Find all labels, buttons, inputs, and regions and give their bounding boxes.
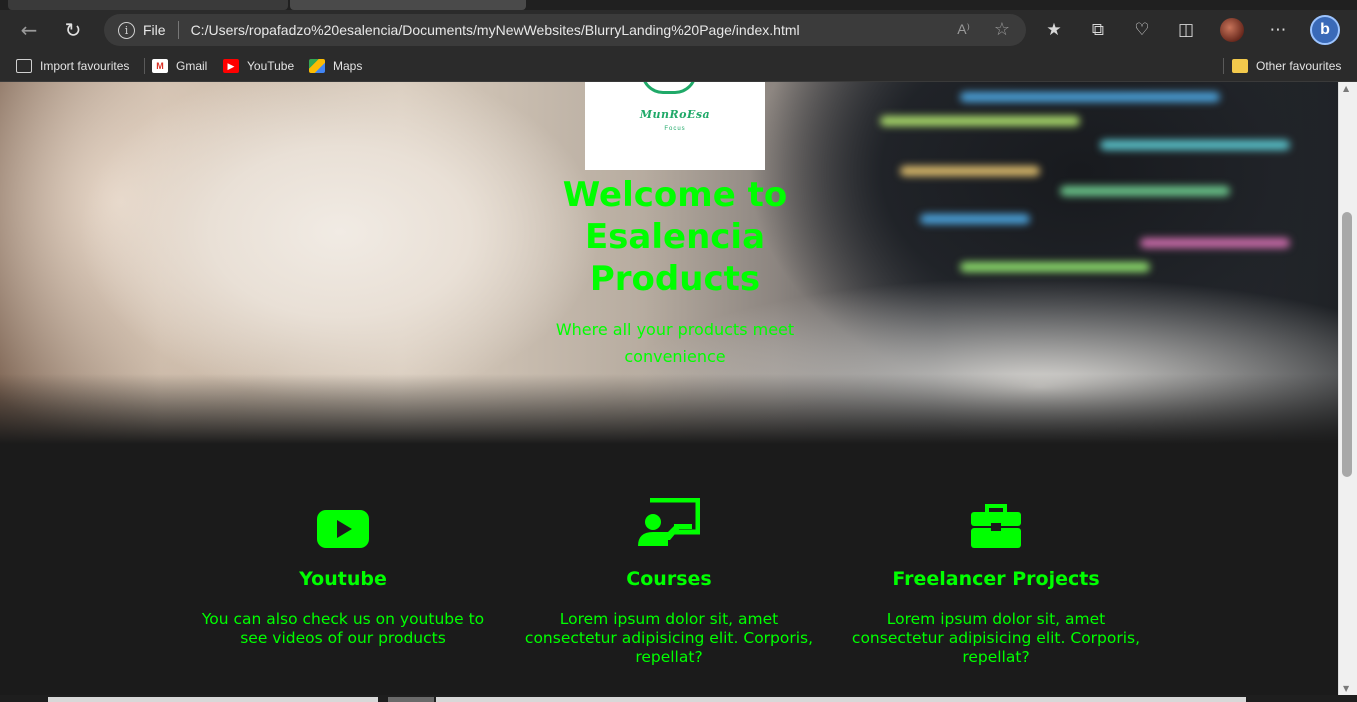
youtube-icon[interactable] xyxy=(317,510,369,548)
blurred-code-line xyxy=(880,116,1080,126)
feature-youtube: Youtube You can also check us on youtube… xyxy=(193,500,493,648)
hero-title: Welcome to Esalencia Products xyxy=(562,175,788,299)
blurred-code-line xyxy=(1060,186,1230,196)
favourites-icon[interactable]: ★ xyxy=(1042,19,1066,41)
scrollbar-thumb[interactable] xyxy=(1342,212,1352,477)
favourite-label: Gmail xyxy=(176,59,208,73)
browser-tab[interactable] xyxy=(8,0,288,10)
scheme-label: File xyxy=(143,22,166,38)
page-scrollbar[interactable]: ▲ ▼ xyxy=(1338,82,1357,695)
feature-text: Lorem ipsum dolor sit, amet consectetur … xyxy=(524,610,814,666)
feature-text: You can also check us on youtube to see … xyxy=(201,610,485,647)
feature-freelancer-projects: Freelancer Projects Lorem ipsum dolor si… xyxy=(846,500,1146,667)
url-text[interactable]: C:/Users/ropafadzo%20esalencia/Documents… xyxy=(191,22,800,38)
favourites-bar: Import favourites M Gmail ▶ YouTube Maps… xyxy=(0,50,1357,82)
other-favourites-label: Other favourites xyxy=(1256,59,1342,73)
gmail-icon: M xyxy=(152,59,168,73)
collections-icon[interactable]: ⧉ xyxy=(1086,19,1110,41)
blurred-code-line xyxy=(1100,140,1290,150)
blurred-code-line xyxy=(1140,238,1290,248)
favourites-divider xyxy=(1223,58,1224,74)
logo-mark-icon xyxy=(641,82,697,94)
hero-subtitle: Where all your products meet convenience xyxy=(555,320,795,366)
blurred-code-line xyxy=(920,214,1030,224)
site-info-icon[interactable]: i xyxy=(118,21,135,39)
split-screen-icon[interactable]: ◫ xyxy=(1174,19,1198,41)
browser-tab-active[interactable] xyxy=(290,0,526,10)
presentation-icon[interactable] xyxy=(638,498,700,548)
favourite-label: YouTube xyxy=(247,59,295,73)
favourite-label: Import favourites xyxy=(40,59,130,73)
youtube-icon: ▶ xyxy=(223,59,239,73)
logo-tagline: Focus xyxy=(664,126,686,132)
logo-brand-text: MunRoEsa xyxy=(639,108,711,121)
favourite-maps[interactable]: Maps xyxy=(309,50,362,82)
hero-fade xyxy=(0,374,1338,444)
more-options-icon[interactable]: ⋯ xyxy=(1266,19,1290,41)
favourite-import[interactable]: Import favourites xyxy=(16,50,129,82)
read-aloud-icon[interactable]: A⁾ xyxy=(957,21,970,38)
maps-icon xyxy=(309,59,325,73)
tab-strip xyxy=(0,0,1357,10)
favourite-gmail[interactable]: M Gmail xyxy=(152,50,207,82)
other-favourites[interactable]: Other favourites xyxy=(1232,50,1341,82)
taskbar-item[interactable] xyxy=(48,697,378,702)
favourite-youtube[interactable]: ▶ YouTube xyxy=(223,50,294,82)
feature-courses: Courses Lorem ipsum dolor sit, amet cons… xyxy=(519,498,819,667)
scroll-down-icon[interactable]: ▼ xyxy=(1343,684,1349,693)
feature-title: Courses xyxy=(626,568,712,590)
copilot-icon[interactable]: b xyxy=(1310,15,1340,45)
feature-text: Lorem ipsum dolor sit, amet consectetur … xyxy=(851,610,1141,666)
favourite-label: Maps xyxy=(333,59,363,73)
page-viewport: MunRoEsa Focus Welcome to Esalencia Prod… xyxy=(0,82,1338,695)
taskbar-item[interactable] xyxy=(388,697,434,702)
feature-title: Youtube xyxy=(299,568,387,590)
feature-title: Freelancer Projects xyxy=(892,568,1100,590)
browser-essentials-icon[interactable]: ♡ xyxy=(1130,19,1154,41)
briefcase-icon[interactable] xyxy=(971,504,1021,548)
blurred-code-line xyxy=(960,262,1150,272)
browser-toolbar: ← ↻ i File C:/Users/ropafadzo%20esalenci… xyxy=(0,10,1357,50)
scroll-up-icon[interactable]: ▲ xyxy=(1343,84,1349,93)
blurred-code-line xyxy=(900,166,1040,176)
taskbar-item[interactable] xyxy=(436,697,1246,702)
favourites-divider xyxy=(144,58,145,74)
folder-icon xyxy=(1232,59,1248,73)
refresh-button[interactable]: ↻ xyxy=(58,15,88,45)
back-button[interactable]: ← xyxy=(14,15,44,45)
import-icon xyxy=(16,59,32,73)
taskbar-strip xyxy=(0,695,1357,702)
address-bar[interactable]: i File C:/Users/ropafadzo%20esalencia/Do… xyxy=(104,14,1026,46)
profile-avatar[interactable] xyxy=(1220,18,1244,42)
add-favourite-star-icon[interactable]: ☆ xyxy=(994,19,1010,40)
blurred-code-line xyxy=(960,92,1220,102)
site-logo[interactable]: MunRoEsa Focus xyxy=(585,82,765,170)
address-separator xyxy=(177,21,179,39)
